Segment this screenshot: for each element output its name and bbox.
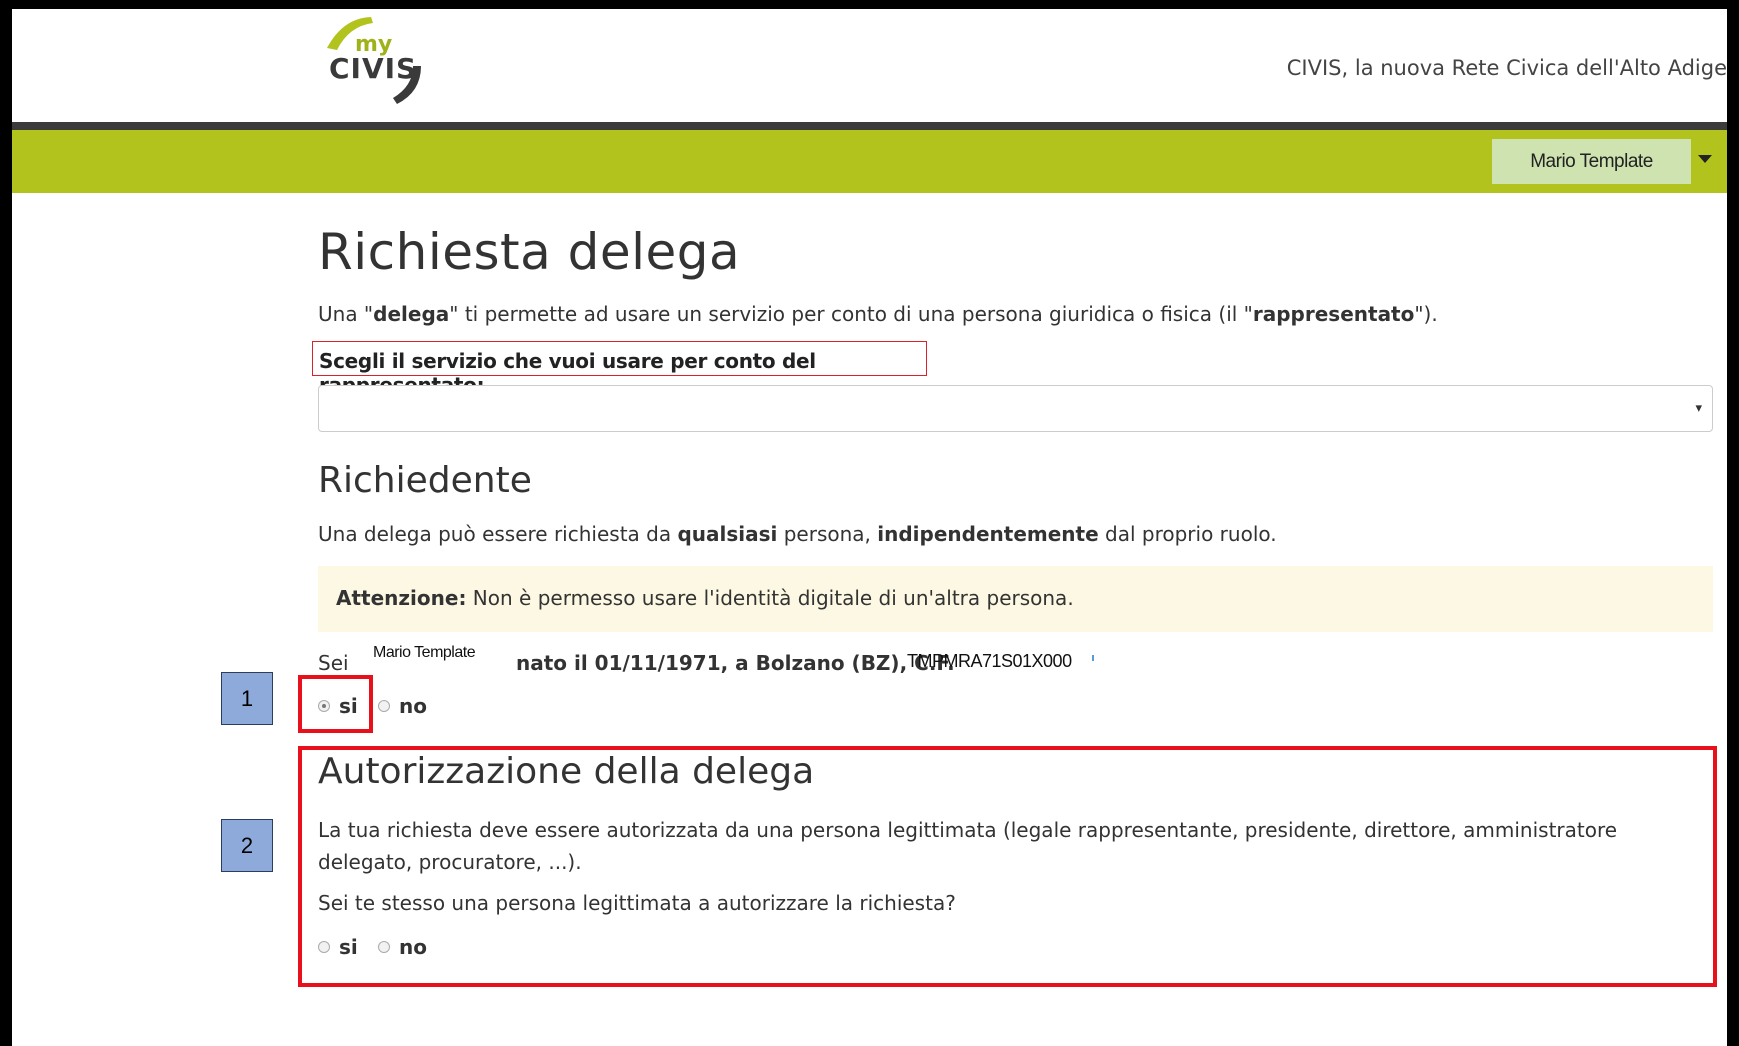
page-title: Richiesta delega: [318, 223, 741, 281]
mycivis-logo[interactable]: my CIVIS: [325, 14, 475, 119]
service-select[interactable]: ▾: [318, 385, 1713, 432]
birth-info: nato il 01/11/1971, a Bolzano (BZ), C.F.: [516, 651, 955, 675]
radio-no-label: no: [399, 694, 427, 718]
header-divider: [12, 122, 1727, 130]
warning-alert: Attenzione: Non è permesso usare l'ident…: [318, 566, 1713, 632]
fiscal-code: TMPMRA71S01X000: [907, 651, 1072, 671]
cursor-mark: [1092, 655, 1094, 661]
logo-civis-text: CIVIS: [329, 52, 417, 85]
radio-no[interactable]: [378, 700, 390, 712]
identity-no-option[interactable]: no: [378, 694, 427, 718]
highlight-box-2: [298, 746, 1717, 987]
service-label: Scegli il servizio che vuoi usare per co…: [312, 341, 927, 397]
sei-label: Sei: [318, 651, 349, 675]
intro-text: Una "delega" ti permette ad usare un ser…: [318, 302, 1438, 326]
richiedente-heading: Richiedente: [318, 460, 532, 501]
site-header: my CIVIS CIVIS, la nuova Rete Civica del…: [12, 9, 1727, 122]
user-menu-button[interactable]: Mario Template: [1492, 139, 1691, 184]
richiedente-text: Una delega può essere richiesta da quals…: [318, 522, 1277, 546]
select-arrow-icon: ▾: [1695, 401, 1702, 416]
callout-number-1: 1: [221, 672, 273, 725]
callout-number-2: 2: [221, 819, 273, 872]
alert-strong: Attenzione:: [336, 586, 467, 610]
nav-bar: [12, 130, 1727, 193]
site-tagline: CIVIS, la nuova Rete Civica dell'Alto Ad…: [1286, 56, 1727, 80]
chevron-down-icon[interactable]: [1698, 155, 1712, 163]
highlight-box-1: [298, 675, 373, 733]
alert-text: Non è permesso usare l'identità digitale…: [466, 586, 1074, 610]
user-name-overlay: Mario Template: [350, 632, 512, 680]
